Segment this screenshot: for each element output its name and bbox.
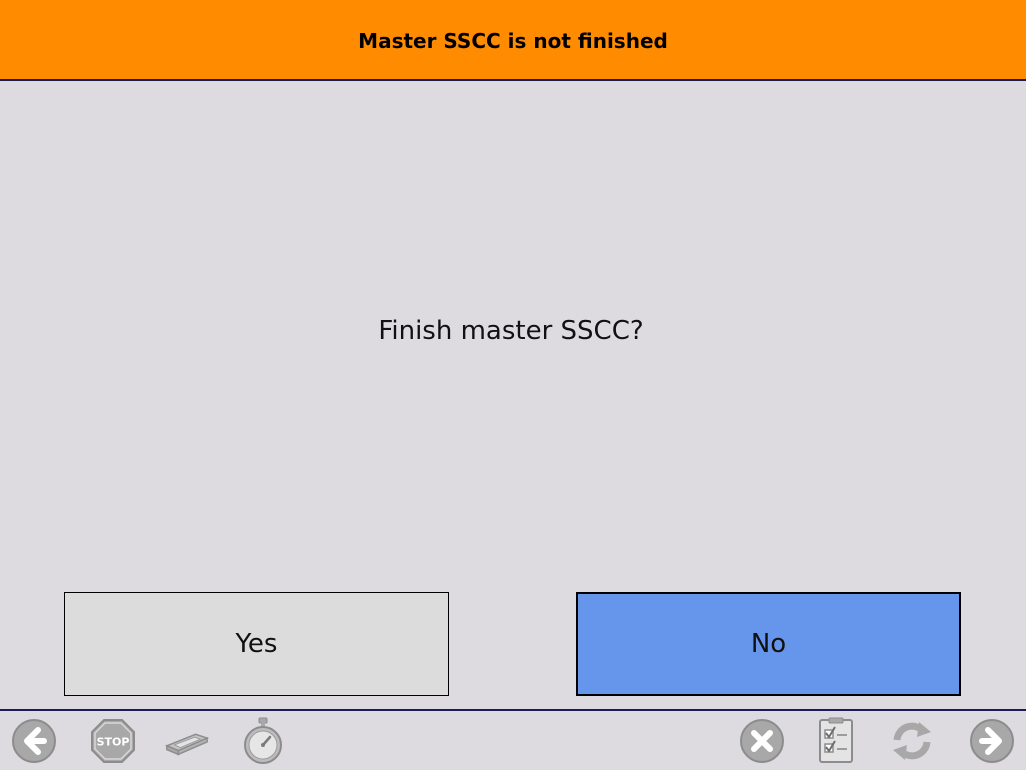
forward-arrow-icon[interactable]: [968, 717, 1016, 765]
stopwatch-icon[interactable]: [239, 717, 287, 765]
cancel-icon[interactable]: [738, 717, 786, 765]
yes-button[interactable]: Yes: [64, 592, 449, 696]
checklist-icon[interactable]: [812, 717, 860, 765]
page-title: Master SSCC is not finished: [358, 28, 668, 53]
no-button-label: No: [750, 629, 787, 659]
stop-sign-icon[interactable]: STOP: [89, 717, 137, 765]
dialog-question: Finish master SSCC?: [378, 316, 644, 346]
yes-button-label: Yes: [235, 629, 278, 659]
no-button[interactable]: No: [576, 592, 961, 696]
back-arrow-icon[interactable]: [10, 717, 58, 765]
bottom-toolbar: STOP: [0, 709, 1026, 770]
app-window: Master SSCC is not finished Finish maste…: [0, 0, 1026, 770]
refresh-icon[interactable]: [888, 717, 936, 765]
stop-sign-label: STOP: [97, 736, 130, 749]
scanner-icon[interactable]: [163, 717, 211, 765]
title-bar: Master SSCC is not finished: [0, 0, 1026, 81]
